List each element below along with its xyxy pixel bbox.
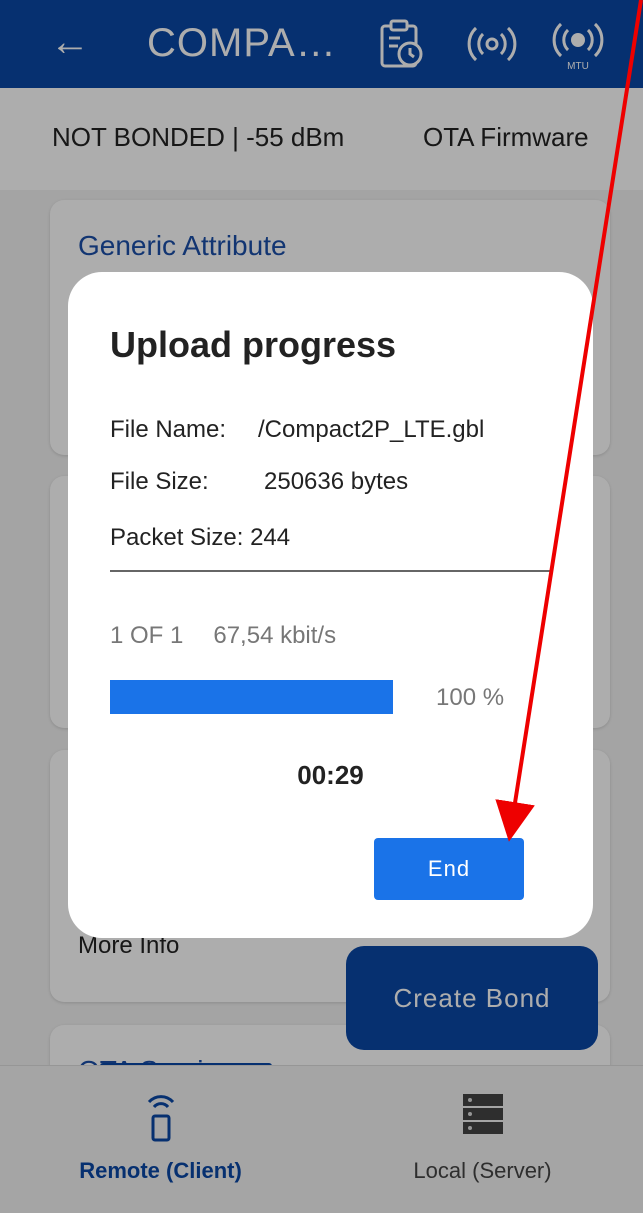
packet-size-row: Packet Size: 244 xyxy=(110,524,290,552)
progress-info: 1 OF 1 67,54 kbit/s xyxy=(110,622,336,650)
dialog-title: Upload progress xyxy=(110,324,397,365)
file-name-value: /Compact2P_LTE.gbl xyxy=(258,416,485,443)
progress-count: 1 OF 1 xyxy=(110,622,184,649)
upload-progress-dialog: Upload progress File Name: /Compact2P_LTE… xyxy=(68,272,593,938)
packet-size-label: Packet Size: xyxy=(110,524,244,551)
file-name-row: File Name: /Compact2P_LTE.gbl xyxy=(110,416,484,444)
packet-size-value: 244 xyxy=(250,524,291,551)
progress-bar xyxy=(110,680,393,714)
end-button[interactable]: End xyxy=(374,838,524,900)
divider xyxy=(110,570,552,572)
progress-bar-fill xyxy=(110,680,393,714)
elapsed-time: 00:29 xyxy=(297,760,364,790)
file-size-label: File Size: xyxy=(110,468,209,495)
progress-percent: 100 % xyxy=(436,684,505,711)
transfer-rate: 67,54 kbit/s xyxy=(213,622,337,649)
file-size-value: 250636 bytes xyxy=(264,468,409,495)
file-size-row: File Size: 250636 bytes xyxy=(110,468,408,496)
file-name-label: File Name: xyxy=(110,416,227,443)
